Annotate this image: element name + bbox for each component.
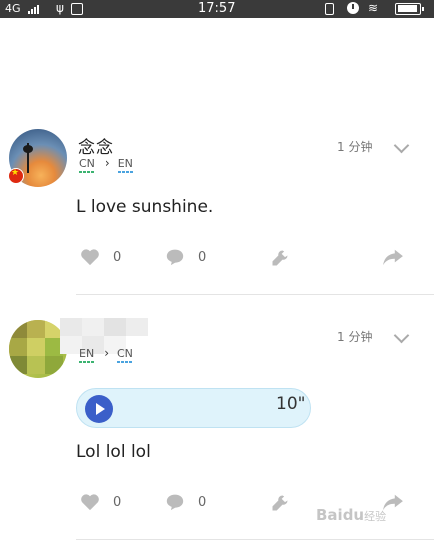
comment-icon[interactable]: [165, 248, 185, 266]
like-count: 0: [113, 250, 122, 265]
action-bar: 0 0: [0, 248, 434, 272]
comment-count: 0: [198, 495, 207, 510]
heart-icon[interactable]: [80, 493, 100, 511]
voice-message[interactable]: 10": [76, 388, 311, 428]
clock: 17:57: [198, 1, 236, 16]
sd-card-icon: [71, 3, 83, 15]
signal-icon: [28, 4, 42, 14]
vibrate-icon: [325, 3, 334, 15]
wrench-icon[interactable]: [270, 493, 290, 513]
arrow-right-icon: ›: [104, 346, 109, 360]
divider: [76, 294, 434, 295]
source-language: EN: [79, 347, 95, 363]
language-pair: CN › EN: [79, 156, 134, 173]
play-icon[interactable]: [85, 395, 113, 423]
post-time: 1 分钟: [337, 330, 373, 344]
watermark-brand: Baidu: [316, 506, 365, 524]
chevron-down-icon[interactable]: [392, 333, 410, 345]
comment-icon[interactable]: [165, 493, 185, 511]
watermark-suffix: 经验: [364, 510, 387, 523]
usb-icon: ψ: [56, 1, 64, 15]
network-type: 4G: [5, 2, 21, 15]
comment-count: 0: [198, 250, 207, 265]
language-pair: EN › CN: [79, 346, 133, 363]
arrow-right-icon: ›: [104, 156, 110, 170]
wifi-icon: ≋: [368, 1, 379, 15]
voice-duration: 10": [276, 394, 306, 414]
user-name[interactable]: 念念: [78, 133, 114, 158]
wrench-icon[interactable]: [270, 248, 290, 268]
like-count: 0: [113, 495, 122, 510]
post-text: Lol lol lol: [76, 442, 151, 462]
source-language: CN: [79, 157, 95, 173]
avatar[interactable]: [9, 320, 67, 378]
share-icon[interactable]: [382, 248, 404, 266]
alarm-icon: [347, 2, 359, 14]
divider: [76, 539, 434, 540]
post-text: L love sunshine.: [76, 197, 214, 217]
target-language: EN: [117, 157, 134, 173]
baidu-watermark: Baidu经验: [316, 506, 386, 524]
target-language: CN: [117, 347, 133, 363]
status-bar: 4G ψ 17:57 ≋: [0, 0, 434, 18]
post-time: 1 分钟: [337, 140, 373, 154]
heart-icon[interactable]: [80, 248, 100, 266]
chevron-down-icon[interactable]: [392, 143, 410, 155]
battery-icon: [395, 3, 424, 15]
china-flag-icon: [8, 168, 24, 184]
